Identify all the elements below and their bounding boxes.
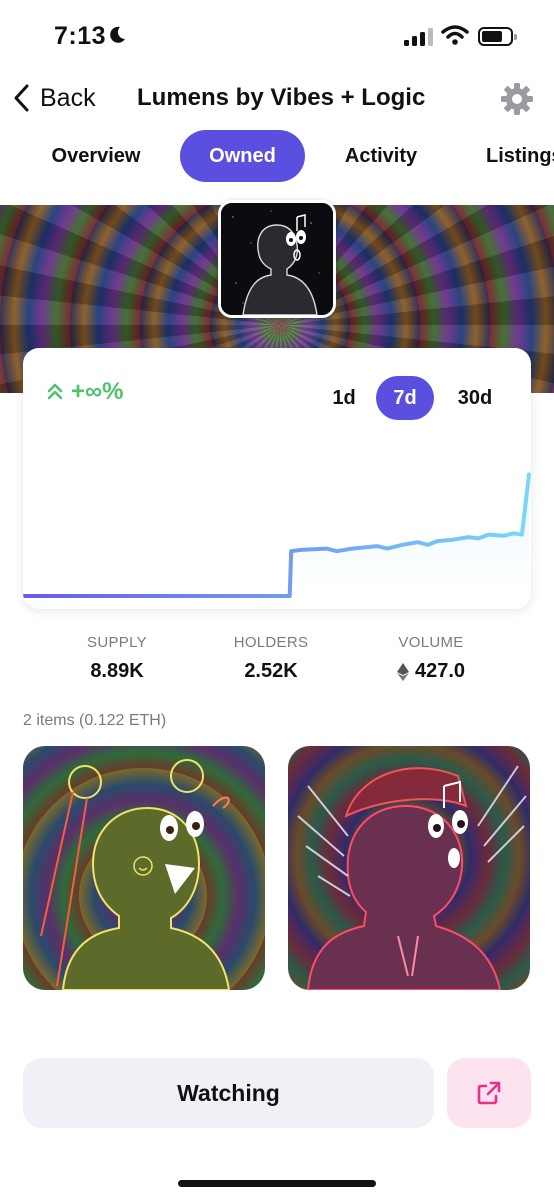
chevron-left-icon — [14, 84, 29, 112]
nft-card[interactable] — [288, 746, 530, 990]
stat-label: VOLUME — [398, 634, 464, 651]
gear-icon[interactable] — [500, 82, 534, 116]
status-time: 7:13 — [54, 22, 107, 50]
stat-volume: VOLUME 427.0 — [356, 634, 506, 683]
wifi-icon — [441, 25, 469, 45]
stat-value: 2.52K — [244, 660, 298, 682]
stat-supply: SUPPLY 8.89K — [42, 634, 192, 683]
signal-icon — [404, 28, 433, 46]
stat-label: HOLDERS — [233, 634, 309, 651]
stat-value: 8.89K — [90, 660, 144, 682]
stat-holders: HOLDERS 2.52K — [196, 634, 346, 683]
tab-owned[interactable]: Owned — [180, 130, 305, 182]
stat-label: SUPPLY — [87, 634, 147, 651]
price-line-chart — [23, 472, 531, 609]
status-bar: 7:13 — [0, 0, 554, 70]
tab-overview[interactable]: Overview — [36, 130, 156, 182]
back-label: Back — [40, 83, 96, 112]
items-summary: 2 items (0.122 ETH) — [23, 712, 167, 729]
battery-icon — [478, 27, 517, 46]
back-button[interactable]: Back — [12, 80, 96, 116]
page-title: Lumens by Vibes + Logic — [137, 84, 426, 111]
tab-bar: Overview Owned Activity Listings — [0, 130, 554, 182]
stat-value: 427.0 — [414, 660, 466, 682]
share-button[interactable] — [447, 1058, 531, 1128]
collection-avatar — [218, 200, 336, 318]
tab-activity[interactable]: Activity — [328, 130, 434, 182]
watching-button[interactable]: Watching — [23, 1058, 434, 1128]
share-icon — [477, 1081, 501, 1105]
home-indicator — [178, 1180, 376, 1187]
price-chart-card: +∞% 1d 7d 30d — [23, 348, 531, 609]
tab-listings[interactable]: Listings — [474, 130, 554, 182]
nft-card[interactable] — [23, 746, 265, 990]
moon-icon — [110, 26, 125, 43]
eth-icon — [396, 662, 409, 681]
